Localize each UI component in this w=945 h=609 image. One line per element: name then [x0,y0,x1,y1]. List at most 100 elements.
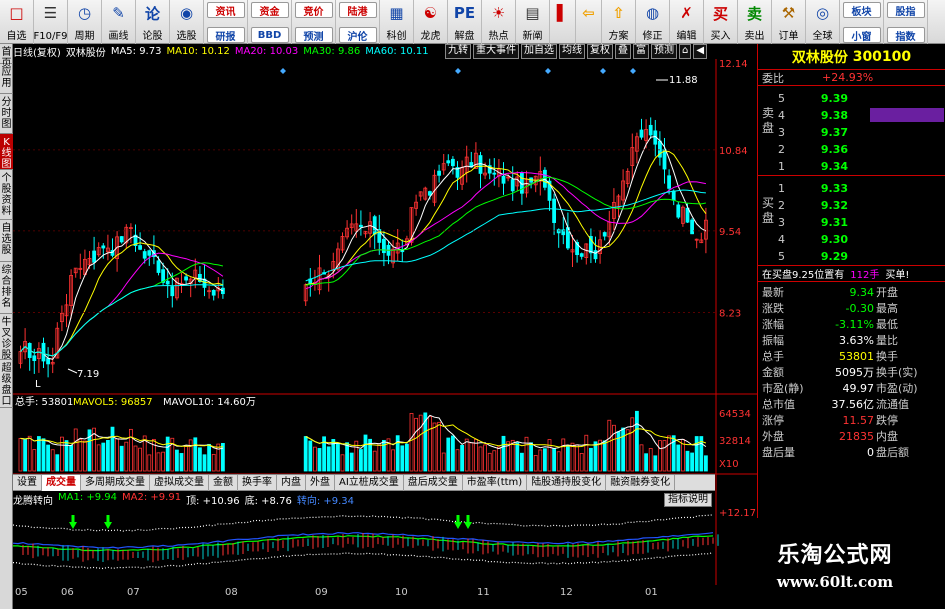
indicator-help-button[interactable]: 指标说明 [664,493,712,507]
toolbar-mairu-button[interactable]: 买买入 [704,0,738,44]
x-label-1: 06 [61,587,74,598]
chart-canvas[interactable]: 12.1410.849.548.2311.887.19L总手: 53801 MAV… [13,59,757,585]
toolbar-f10-button[interactable]: ☰ F10/F9 [34,0,68,44]
bottom-tab-2[interactable]: 多周期成交量 [81,474,150,491]
bottom-tab-6[interactable]: 内盘 [277,474,306,491]
bottom-tab-1[interactable]: 成交量 [42,474,81,491]
buy-row[interactable]: 2 9.32 [778,197,943,214]
stat-value: 0 [867,445,874,459]
sell-row[interactable]: 3 9.37 [778,124,943,141]
toolbar-bianji-button[interactable]: ✗ 编辑 [670,0,704,44]
toolbar-right-top[interactable]: 股指 [886,2,925,18]
toolbar-fangan-button[interactable]: ⇧ 方案 [602,0,636,44]
toolbar-zixuan-button[interactable]: □ 自选 [0,0,34,44]
bottom-tab-4[interactable]: 金额 [209,474,238,491]
price-axis-label: 8.23 [719,308,741,319]
buy-row[interactable]: 4 9.30 [778,231,943,248]
volume-bar [156,452,161,472]
left-tab-7[interactable]: 牛叉诊股 [0,314,13,361]
toolbar-pair-bottom[interactable]: 沪伦 [338,27,377,43]
volume-bar [483,444,488,472]
toolbar-kechuang-button[interactable]: ▦ 科创 [380,0,414,44]
toolbar-pair-3[interactable]: 陆港 沪伦 [336,0,380,44]
toolbar-jiepan-button[interactable]: PE 解盘 [448,0,482,44]
buy-row[interactable]: 5 9.29 [778,248,943,265]
bottom-tab-10[interactable]: 市盈率(ttm) [463,474,528,491]
toolbar-longhu-button[interactable]: ☯ 龙虎 [414,0,448,44]
xiuzheng-icon: ◍ [645,4,660,22]
left-tab-8[interactable]: 超级盘口 [0,360,13,408]
toolbar-xuangu-button[interactable]: ◉ 选股 [170,0,204,44]
chart-btn-4[interactable]: 复权 [587,44,613,59]
bottom-tab-11[interactable]: 陆股通持股变化 [527,474,607,491]
left-tab-0[interactable]: 首页 [0,44,13,69]
toolbar-blank1-button[interactable]: ▌ [550,0,576,44]
bottom-tab-3[interactable]: 虚拟成交量 [150,474,209,491]
volume-bar [32,449,37,472]
buy-row[interactable]: 3 9.31 [778,214,943,231]
left-tab-2[interactable]: 分时图 [0,94,13,134]
left-tab-6[interactable]: 综合排名 [0,262,13,314]
bottom-tab-12[interactable]: 融资融券变化 [606,474,676,491]
toolbar-xiuzheng-button[interactable]: ◍ 修正 [636,0,670,44]
stat-value: 21835 [839,429,874,443]
chart-btn-6[interactable]: 富 [633,44,649,59]
sell-row[interactable]: 5 9.39 [778,90,943,107]
toolbar-pair-bottom[interactable]: 研报 [206,27,245,43]
toolbar-pair-0[interactable]: 资讯 研报 [204,0,248,44]
toolbar-pair-top[interactable]: 资金 [250,2,289,18]
toolbar-zhouqi-button[interactable]: ◷ 周期 [68,0,102,44]
indicator-name[interactable]: 龙腾转向 [13,492,53,507]
toolbar-pair-top[interactable]: 竞价 [294,2,333,18]
volume-bar [129,428,133,472]
bottom-tab-5[interactable]: 换手率 [238,474,277,491]
toolbar-back-button[interactable]: ⇦ [576,0,602,44]
bottom-tab-8[interactable]: AI立桩成交量 [335,474,404,491]
chart-btn-0[interactable]: 九转 [445,44,471,59]
toolbar-right-bottom[interactable]: 指数 [886,27,925,43]
buy-row[interactable]: 1 9.33 [778,180,943,197]
quote-stats: 最新 9.34 开盘 涨跌 -0.30 最高 涨幅 -3.11% 最低 振幅 3.63% 量比 总手 53… [758,282,945,482]
sell-row[interactable]: 1 9.34 [778,158,943,175]
left-tab-4[interactable]: 个股资料 [0,170,13,220]
toolbar-quanqiu-button[interactable]: ◎ 全球 [806,0,840,44]
bottom-tab-0[interactable]: 设置 [13,474,42,491]
toolbar-right-bottom[interactable]: 小窗 [842,27,881,43]
left-tab-3[interactable]: K线图 [0,134,13,170]
toolbar-maichu-button[interactable]: 卖卖出 [738,0,772,44]
chart-btn-3[interactable]: 均线 [559,44,585,59]
toolbar-pair-2[interactable]: 竞价 预测 [292,0,336,44]
toolbar-huaxian-button[interactable]: ✎ 画线 [102,0,136,44]
toolbar-dingdan-button[interactable]: ⚒ 订单 [772,0,806,44]
toolbar-pair-bottom[interactable]: BBD [250,27,289,43]
sell-price: 9.38 [820,109,848,122]
left-tab-1[interactable]: 应用 [0,64,13,94]
buy-arrow-icon [69,515,77,529]
toolbar-right-pair-0[interactable]: 板块 小窗 [840,0,884,44]
chart-btn-1[interactable]: 重大事件 [473,44,519,59]
bottom-tab-9[interactable]: 盘后成交量 [404,474,463,491]
volume-bar [377,443,382,472]
toolbar-xinwen-button[interactable]: ▤ 新阐 [516,0,550,44]
toolbar-right-pair-1[interactable]: 股指 指数 [884,0,928,44]
toolbar-pair-top[interactable]: 陆港 [338,2,377,18]
toolbar-pair-1[interactable]: 资金 BBD [248,0,292,44]
period-label[interactable]: 日线(复权) [13,44,61,59]
toolbar-pair-top[interactable]: 资讯 [206,2,245,18]
toolbar-pair-bottom[interactable]: 预测 [294,27,333,43]
lock-icon[interactable]: ⌂ [679,44,692,59]
chart-btn-5[interactable]: 叠 [615,44,631,59]
toolbar-right-top[interactable]: 板块 [842,2,881,18]
left-tab-5[interactable]: 自选股 [0,220,13,262]
toolbar-label: 画线 [108,31,129,42]
f10-icon: ☰ [43,4,58,22]
toolbar-lungu-button[interactable]: 论论股 [136,0,170,44]
sell-row[interactable]: 2 9.36 [778,141,943,158]
chart-btn-7[interactable]: 预测 [651,44,677,59]
volume-bar [685,450,690,472]
speaker-icon[interactable]: ◀ [693,44,708,59]
stat-row: 涨幅 -3.11% 最低 [762,316,942,332]
toolbar-redian-button[interactable]: ☀ 热点 [482,0,516,44]
bottom-tab-7[interactable]: 外盘 [306,474,335,491]
chart-btn-2[interactable]: 加自选 [521,44,557,59]
